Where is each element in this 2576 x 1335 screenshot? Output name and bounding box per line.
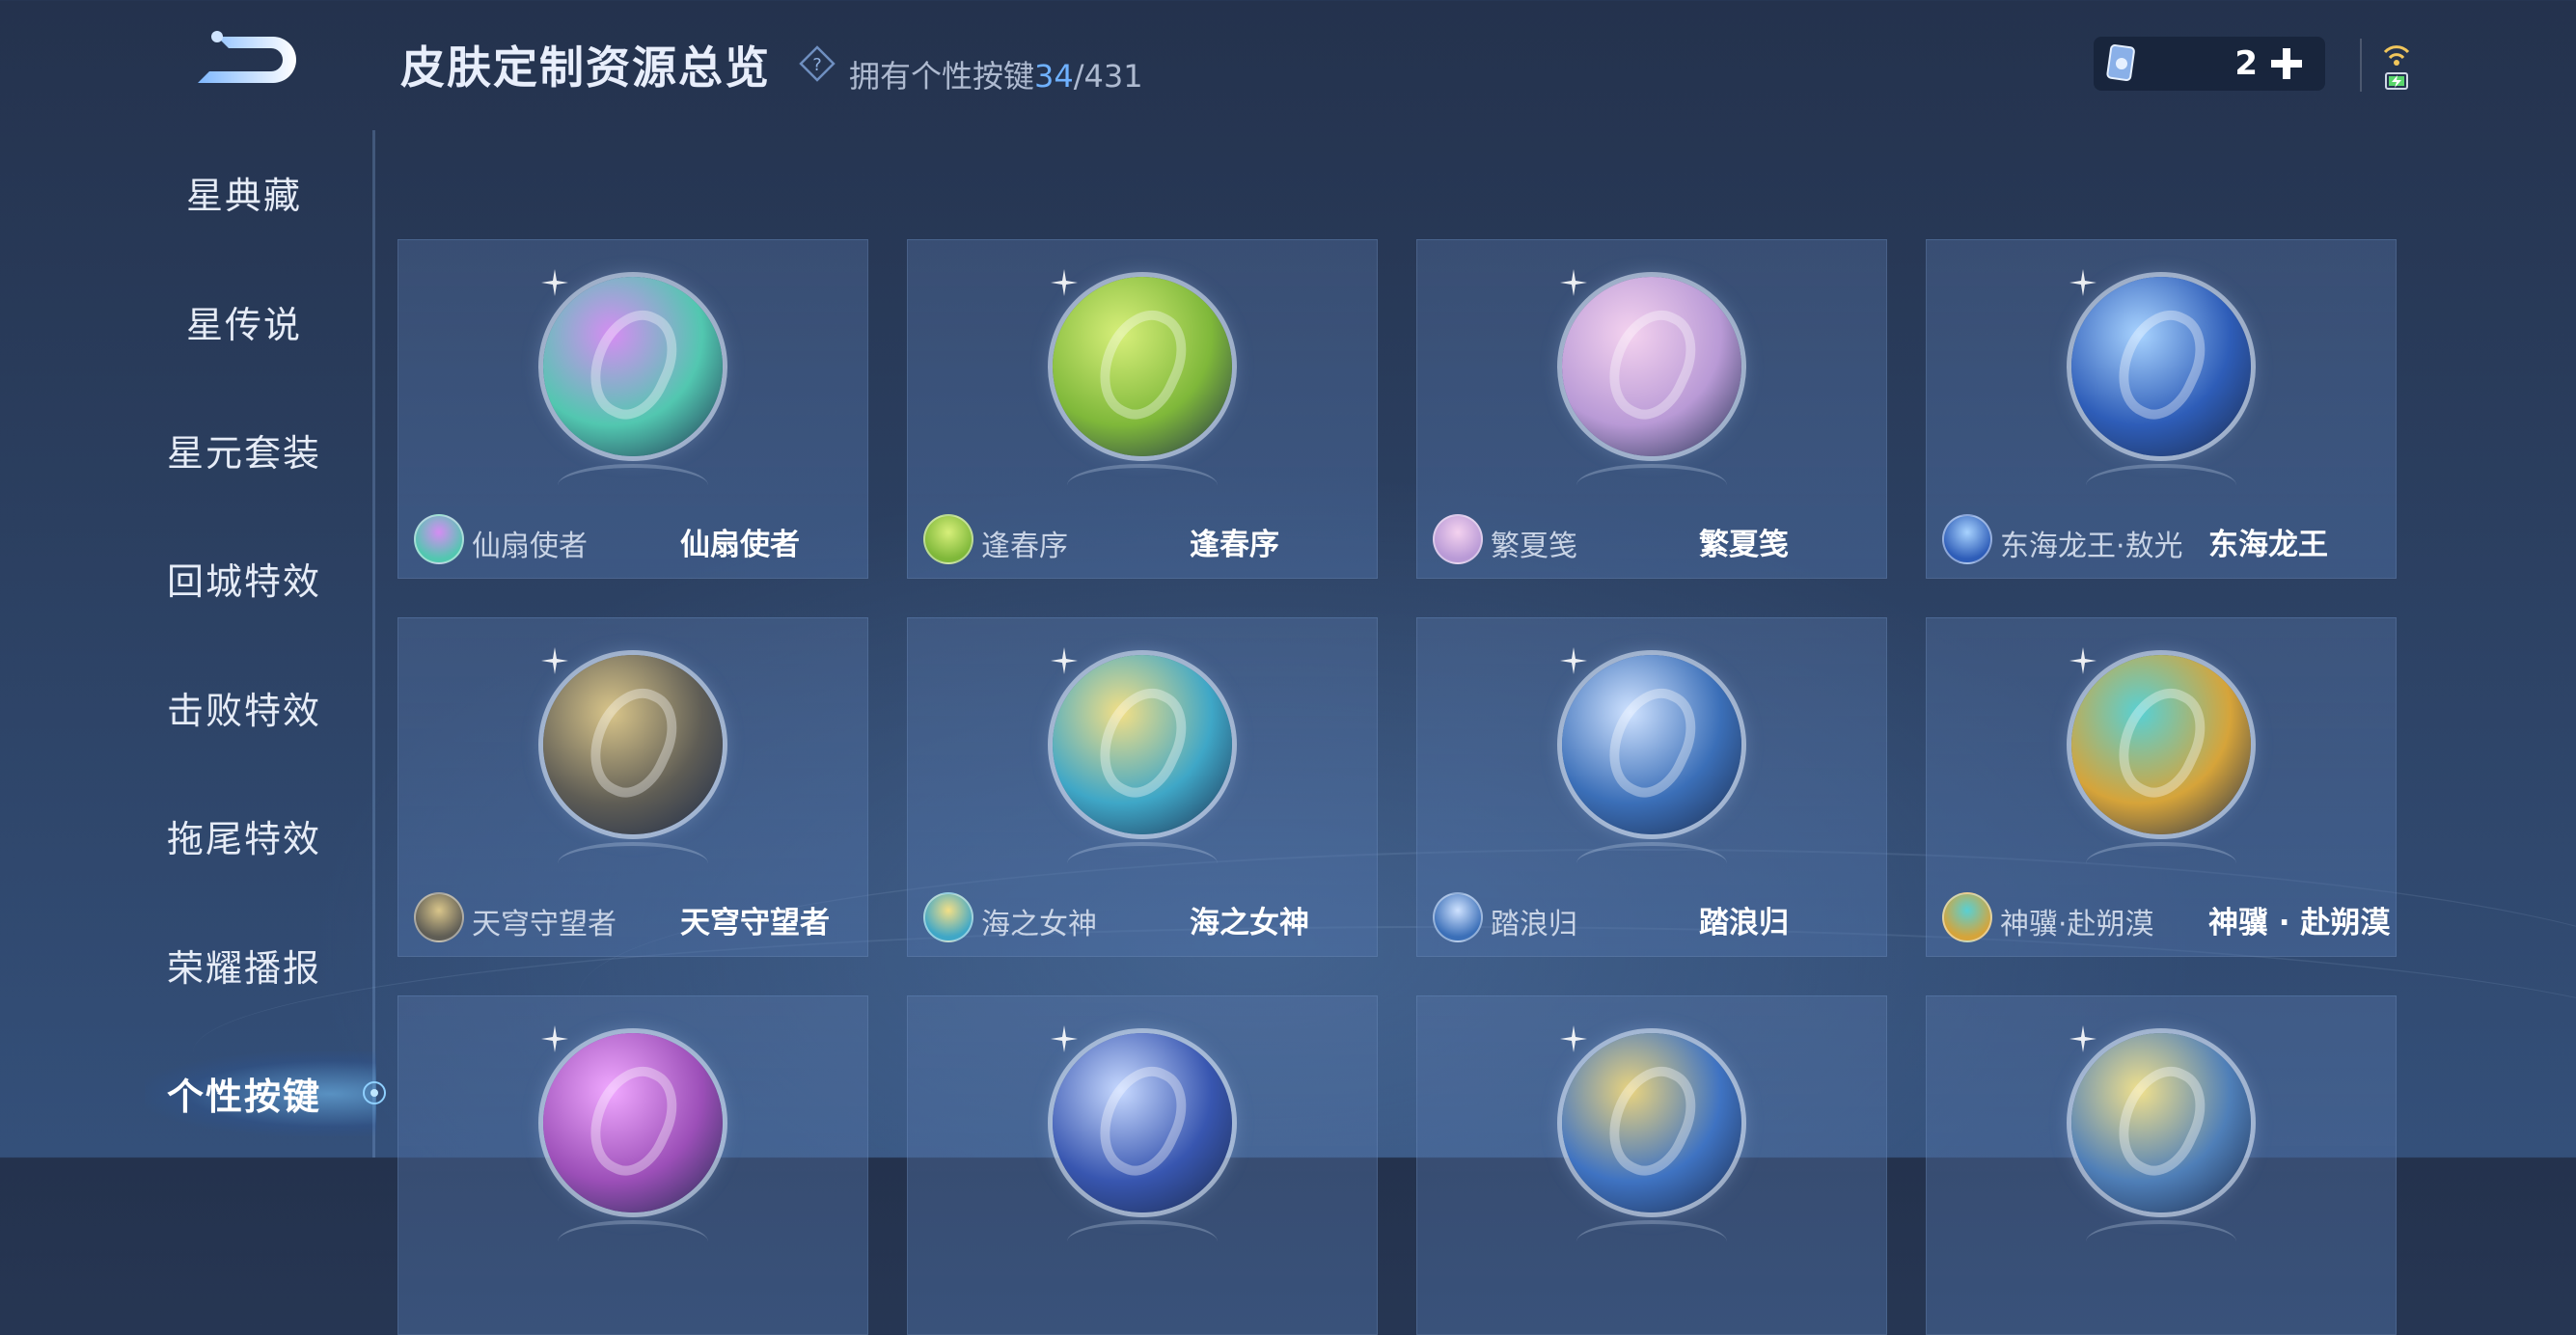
active-indicator: [363, 1081, 386, 1104]
skin-orb-icon: [1053, 655, 1232, 834]
card-label-bar: 神骥·赴朔漠 神骥 · 赴朔漠: [1927, 879, 2396, 956]
hero-name: 东海龙王·敖光: [2000, 530, 2183, 563]
skin-card[interactable]: 东海龙王·敖光 东海龙王: [1926, 239, 2397, 579]
skin-card[interactable]: 海之女神 海之女神: [907, 617, 1378, 957]
skin-card[interactable]: 踏浪归 踏浪归: [1416, 617, 1887, 957]
hero-name: 仙扇使者: [472, 530, 588, 563]
skin-card[interactable]: 神骥·赴朔漠 神骥 · 赴朔漠: [1926, 617, 2397, 957]
hero-avatar: [1942, 892, 1992, 942]
card-label-bar: 海之女神 海之女神: [908, 879, 1377, 956]
currency-amount: 2: [2234, 44, 2258, 83]
orb-reflection: [1576, 1220, 1727, 1263]
help-icon[interactable]: ?: [798, 44, 836, 83]
skin-orb-icon: [1053, 1033, 1232, 1212]
skin-card[interactable]: [907, 995, 1378, 1335]
hero-avatar: [1942, 514, 1992, 564]
skin-name: 踏浪归: [1699, 906, 1789, 940]
add-currency-icon[interactable]: [2269, 46, 2304, 81]
owned-count: 34: [1034, 58, 1074, 95]
card-label-bar: 天穹守望者 天穹守望者: [398, 879, 867, 956]
skin-orb-icon: [1562, 655, 1741, 834]
skin-card[interactable]: 仙扇使者 仙扇使者: [397, 239, 868, 579]
orb-reflection: [2086, 1220, 2236, 1263]
skin-name: 天穹守望者: [680, 906, 830, 940]
skin-orb-icon: [1053, 277, 1232, 456]
wifi-battery-icon: [2383, 45, 2410, 90]
skin-orb-icon: [1562, 1033, 1741, 1212]
sidebar-item-custom-buttons[interactable]: 个性按键: [145, 1067, 343, 1120]
sparkle-icon: [1560, 647, 1587, 674]
hero-avatar: [1433, 514, 1483, 564]
owned-total: /431: [1073, 58, 1143, 95]
orb-reflection: [558, 1220, 708, 1263]
sidebar-item-kill-effect[interactable]: 击败特效: [145, 681, 343, 734]
skin-orb-icon: [2071, 277, 2251, 456]
hero-avatar: [414, 892, 464, 942]
page-title: 皮肤定制资源总览: [400, 41, 771, 94]
sidebar-divider: [372, 130, 375, 1158]
card-currency-icon: [2106, 44, 2135, 81]
hero-name: 踏浪归: [1491, 908, 1577, 941]
sparkle-icon: [1051, 647, 1078, 674]
sparkle-icon: [1560, 269, 1587, 296]
header-divider: [2360, 39, 2362, 92]
hero-avatar: [923, 892, 973, 942]
skin-orb-icon: [2071, 655, 2251, 834]
back-icon[interactable]: [188, 29, 304, 96]
hero-name: 神骥·赴朔漠: [2000, 908, 2154, 941]
skin-name: 繁夏笺: [1699, 528, 1789, 562]
owned-label: 拥有个性按键: [849, 58, 1035, 95]
card-label-bar: 仙扇使者 仙扇使者: [398, 501, 867, 578]
card-label-bar: 繁夏笺 繁夏笺: [1417, 501, 1886, 578]
skin-card[interactable]: 天穹守望者 天穹守望者: [397, 617, 868, 957]
sparkle-icon: [541, 269, 568, 296]
skin-orb-icon: [543, 1033, 723, 1212]
skin-orb-icon: [2071, 1033, 2251, 1212]
card-label-bar: 东海龙王·敖光 东海龙王: [1927, 501, 2396, 578]
sparkle-icon: [1051, 1025, 1078, 1052]
hero-name: 繁夏笺: [1491, 530, 1577, 563]
card-label-bar: 踏浪归 踏浪归: [1417, 879, 1886, 956]
skin-name: 逢春序: [1190, 528, 1279, 562]
hero-avatar: [923, 514, 973, 564]
orb-reflection: [1067, 1220, 1218, 1263]
sparkle-icon: [2069, 1025, 2096, 1052]
hero-avatar: [1433, 892, 1483, 942]
hero-name: 天穹守望者: [472, 908, 617, 941]
sparkle-icon: [1051, 269, 1078, 296]
owned-counter: 拥有个性按键34/431: [849, 52, 1143, 96]
skin-name: 东海龙王: [2208, 528, 2328, 562]
skin-orb-icon: [543, 655, 723, 834]
sidebar-item-xing-yuan-tao-zhuang[interactable]: 星元套装: [145, 423, 343, 477]
hero-name: 海之女神: [981, 908, 1097, 941]
skin-card[interactable]: [1416, 995, 1887, 1335]
sparkle-icon: [541, 647, 568, 674]
currency-display: 2: [2094, 37, 2325, 91]
sidebar-item-recall-effect[interactable]: 回城特效: [145, 552, 343, 605]
skin-card[interactable]: 繁夏笺 繁夏笺: [1416, 239, 1887, 579]
skin-card[interactable]: [1926, 995, 2397, 1335]
hero-name: 逢春序: [981, 530, 1068, 563]
card-label-bar: 逢春序 逢春序: [908, 501, 1377, 578]
skin-name: 神骥 · 赴朔漠: [2208, 906, 2391, 940]
sidebar-item-glory-broadcast[interactable]: 荣耀播报: [145, 939, 343, 992]
sparkle-icon: [1560, 1025, 1587, 1052]
sidebar-item-trail-effect[interactable]: 拖尾特效: [145, 809, 343, 862]
hero-avatar: [414, 514, 464, 564]
sidebar-item-xing-dian-cang[interactable]: 星典藏: [145, 166, 343, 219]
skin-card[interactable]: 逢春序 逢春序: [907, 239, 1378, 579]
sparkle-icon: [541, 1025, 568, 1052]
svg-text:?: ?: [812, 55, 822, 75]
skin-card[interactable]: [397, 995, 868, 1335]
skin-orb-icon: [543, 277, 723, 456]
sidebar-item-xing-chuan-shuo[interactable]: 星传说: [145, 295, 343, 348]
sparkle-icon: [2069, 269, 2096, 296]
skin-name: 海之女神: [1190, 906, 1309, 940]
skin-orb-icon: [1562, 277, 1741, 456]
skin-name: 仙扇使者: [680, 528, 800, 562]
sparkle-icon: [2069, 647, 2096, 674]
